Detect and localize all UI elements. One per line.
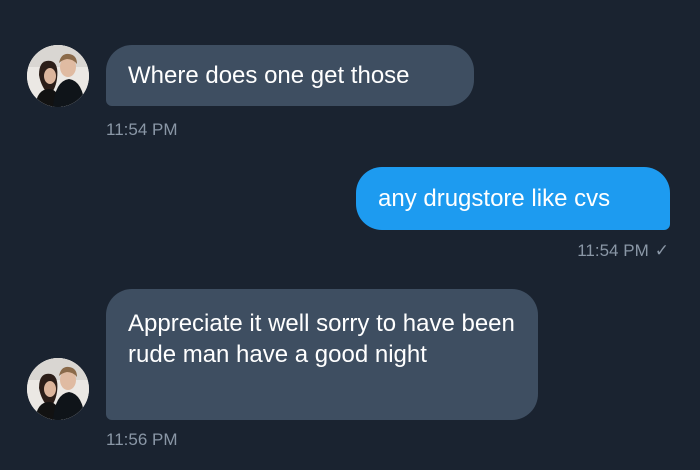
message-timestamp: 11:54 PM	[106, 120, 178, 139]
sender-avatar[interactable]	[27, 45, 89, 107]
check-icon: ✓	[654, 241, 669, 260]
message-bubble-incoming[interactable]: Where does one get those	[106, 45, 474, 106]
message-bubble-outgoing[interactable]: any drugstore like cvs	[356, 167, 670, 230]
avatar-photo-icon	[27, 45, 89, 107]
message-bubble-incoming[interactable]: Appreciate it well sorry to have been ru…	[106, 289, 538, 420]
sender-avatar[interactable]	[27, 358, 89, 420]
message-timestamp: 11:56 PM	[106, 430, 178, 449]
message-timestamp: 11:54 PM ✓	[577, 241, 669, 260]
message-text: any drugstore like cvs	[378, 185, 611, 212]
conversation-view: Where does one get those 11:54 PM any dr…	[0, 0, 700, 470]
message-text: Where does one get those	[128, 62, 410, 89]
avatar-photo-icon	[27, 358, 89, 420]
message-text: Appreciate it well sorry to have been ru…	[128, 310, 515, 368]
